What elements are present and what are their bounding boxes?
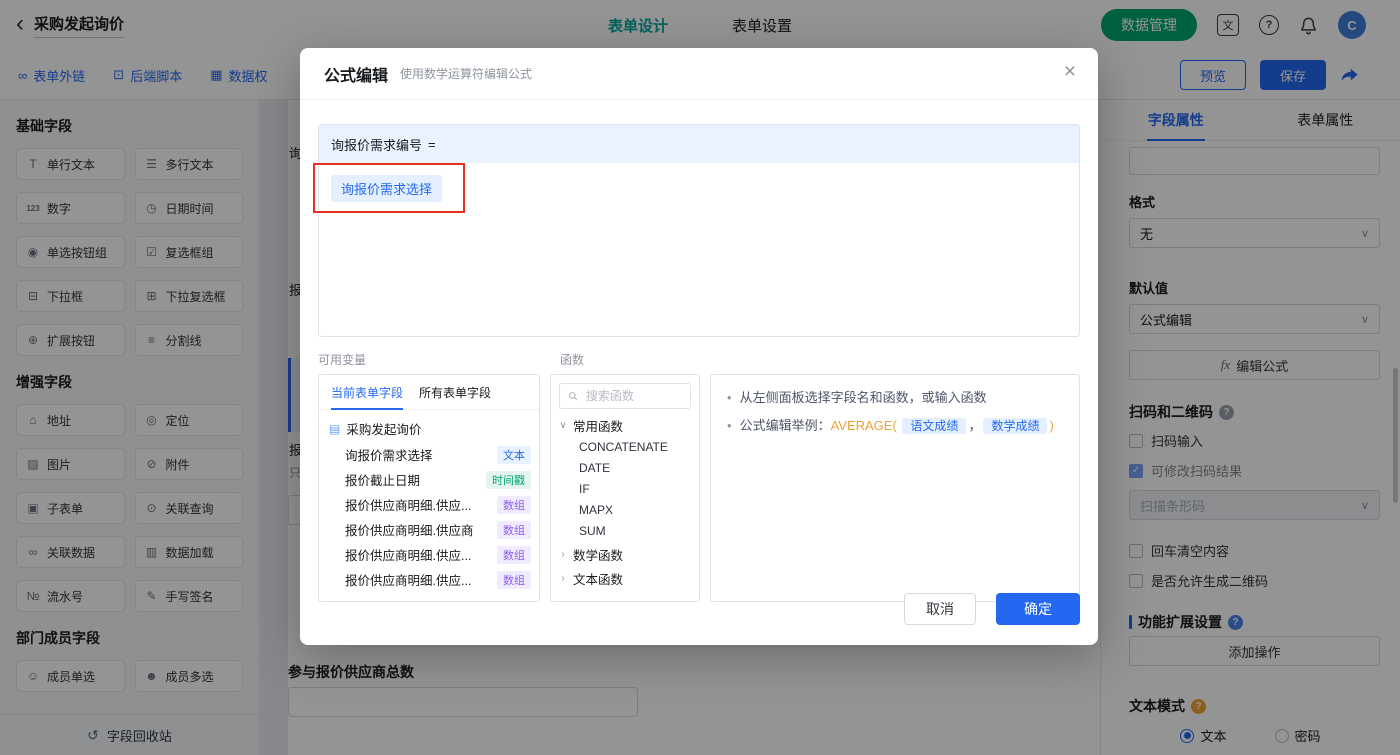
help-comma: ， <box>968 418 982 433</box>
close-icon[interactable]: × <box>1064 61 1076 82</box>
functions-panel: ∨ 常用函数 CONCATENATE DATE IF MAPX SUM › 数学… <box>550 374 700 602</box>
function-group-label: 常用函数 <box>573 419 624 434</box>
function-group-label: 数学函数 <box>573 548 624 563</box>
variables-tree: ▤ 采购发起询价 询报价需求选择 文本 报价截止日期 时间戳 报价供应商明细.供… <box>319 410 539 597</box>
help-field-tag: 数学成绩 <box>983 418 1048 434</box>
help-text: 公式编辑举例： <box>739 418 831 433</box>
formula-editor-box: 询报价需求编号 = 询报价需求选择 <box>318 124 1080 337</box>
modal-subtitle: 使用数学运算符编辑公式 <box>400 67 533 81</box>
function-item[interactable]: MAPX <box>559 500 691 521</box>
variable-name: 报价供应商明细.供应... <box>345 549 472 563</box>
variable-type-tag: 文本 <box>497 445 531 464</box>
function-group-label: 文本函数 <box>573 572 624 587</box>
formula-field-tag[interactable]: 询报价需求选择 <box>331 175 443 202</box>
variable-name: 报价供应商明细.供应商 <box>345 524 473 538</box>
modal-body: 询报价需求编号 = 询报价需求选择 可用变量 函数 当前表单字段 所有表单字段 … <box>300 100 1098 645</box>
variables-root-label: 采购发起询价 <box>346 423 422 437</box>
document-icon: ▤ <box>329 421 341 436</box>
help-example: 公式编辑举例：AVERAGE( 语文成绩，数学成绩) <box>740 415 1054 437</box>
function-item[interactable]: DATE <box>559 458 691 479</box>
bullet-icon: • <box>727 418 732 433</box>
help-function-name: AVERAGE( <box>830 418 897 433</box>
function-group-math[interactable]: › 数学函数 <box>559 542 691 566</box>
help-close-paren: ) <box>1049 418 1054 433</box>
variable-row[interactable]: 报价供应商明细.供应... 数组 <box>319 542 539 567</box>
variable-type-tag: 数组 <box>497 545 531 564</box>
modal-panels: 当前表单字段 所有表单字段 ▤ 采购发起询价 询报价需求选择 文本 报价截止日期… <box>318 374 1080 602</box>
modal-header: 公式编辑 使用数学运算符编辑公式 <box>300 48 1098 100</box>
variables-panel: 当前表单字段 所有表单字段 ▤ 采购发起询价 询报价需求选择 文本 报价截止日期… <box>318 374 540 602</box>
panel-labels-row: 可用变量 函数 <box>318 351 1080 368</box>
variable-name: 询报价需求选择 <box>345 449 433 463</box>
equals-sign: = <box>428 136 436 152</box>
formula-input-area[interactable]: 询报价需求选择 <box>319 163 1079 336</box>
variable-type-tag: 时间戳 <box>486 470 531 489</box>
function-item[interactable]: CONCATENATE <box>559 437 691 458</box>
formula-target-bar: 询报价需求编号 = <box>319 125 1079 163</box>
tab-all-form-fields[interactable]: 所有表单字段 <box>419 375 491 409</box>
bullet-icon: • <box>727 390 732 405</box>
variable-row[interactable]: 报价供应商明细.供应... 数组 <box>319 492 539 517</box>
functions-label: 函数 <box>560 353 585 367</box>
chevron-collapsed-icon: › <box>561 572 565 584</box>
help-line-1: • 从左侧面板选择字段名和函数，或输入函数 <box>727 387 1063 409</box>
help-line-2: • 公式编辑举例：AVERAGE( 语文成绩，数学成绩) <box>727 415 1063 437</box>
variable-type-tag: 数组 <box>497 520 531 539</box>
function-group-common[interactable]: ∨ 常用函数 <box>559 413 691 437</box>
variable-row[interactable]: 报价截止日期 时间戳 <box>319 467 539 492</box>
variables-tabs: 当前表单字段 所有表单字段 <box>319 375 539 410</box>
cancel-button[interactable]: 取消 <box>904 593 976 625</box>
formula-target-name: 询报价需求编号 <box>331 137 423 153</box>
help-field-tag: 语文成绩 <box>902 418 967 434</box>
help-text: 从左侧面板选择字段名和函数，或输入函数 <box>739 390 987 405</box>
variable-row[interactable]: 报价供应商明细.供应... 数组 <box>319 567 539 592</box>
chevron-expanded-icon: ∨ <box>559 419 567 431</box>
chevron-collapsed-icon: › <box>561 548 565 560</box>
confirm-button[interactable]: 确定 <box>996 593 1080 625</box>
variables-label: 可用变量 <box>318 353 367 367</box>
modal-title: 公式编辑 <box>324 67 389 85</box>
function-search-input[interactable] <box>583 388 682 404</box>
function-item[interactable]: IF <box>559 479 691 500</box>
help-panel: • 从左侧面板选择字段名和函数，或输入函数 • 公式编辑举例：AVERAGE( … <box>710 374 1080 602</box>
variable-name: 报价截止日期 <box>345 474 421 488</box>
formula-editor-modal: 公式编辑 使用数学运算符编辑公式 × 询报价需求编号 = 询报价需求选择 可用变… <box>300 48 1098 645</box>
modal-footer: 取消 确定 <box>904 593 1080 625</box>
function-group-text[interactable]: › 文本函数 <box>559 566 691 590</box>
tab-current-form-fields[interactable]: 当前表单字段 <box>331 375 404 410</box>
variable-name: 报价供应商明细.供应... <box>345 499 472 513</box>
function-search-box[interactable] <box>559 383 691 409</box>
variable-type-tag: 数组 <box>497 495 531 514</box>
variable-row[interactable]: 询报价需求选择 文本 <box>319 442 539 467</box>
variable-row[interactable]: 报价供应商明细.供应商 数组 <box>319 517 539 542</box>
function-item[interactable]: SUM <box>559 521 691 542</box>
variable-name: 报价供应商明细.供应... <box>345 574 472 588</box>
variable-type-tag: 数组 <box>497 570 531 589</box>
variables-root-node[interactable]: ▤ 采购发起询价 <box>319 415 539 442</box>
search-icon <box>569 392 578 401</box>
